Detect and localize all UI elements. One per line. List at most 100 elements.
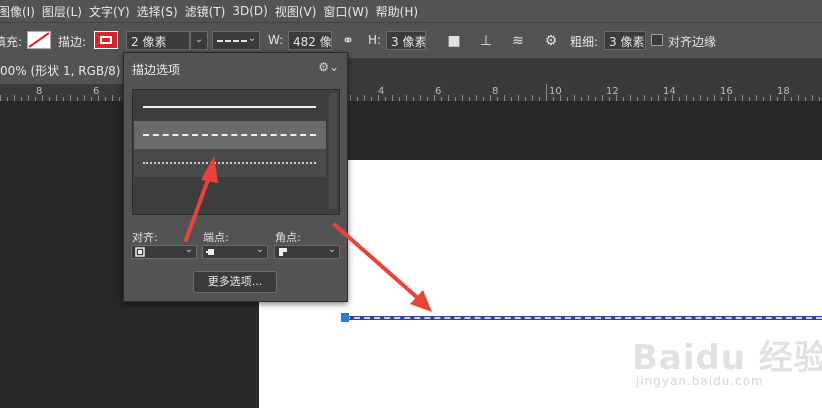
ruler-tick	[777, 97, 778, 101]
menu-type[interactable]: 文字(Y)	[89, 3, 137, 20]
stroke-style-solid[interactable]	[134, 93, 326, 121]
gear-icon[interactable]: ⚙	[541, 31, 561, 51]
ruler-tick	[532, 95, 533, 101]
gear-icon[interactable]: ⚙⌄	[318, 60, 339, 74]
chevron-down-icon: ⌄	[194, 34, 204, 45]
stroke-style-dotted[interactable]	[134, 149, 326, 177]
panel-title: 描边选项	[132, 63, 181, 77]
document-tab[interactable]: 00% (形状 1, RGB/8) *	[0, 58, 130, 84]
dashed-line-icon	[143, 134, 316, 136]
line-shape[interactable]	[344, 316, 822, 320]
ruler-tick	[28, 95, 29, 101]
ruler-tick	[623, 97, 624, 101]
ruler-tick	[497, 97, 498, 101]
chevron-down-icon: ⌄	[247, 33, 256, 44]
caps-label: 端点:	[203, 231, 229, 244]
stroke-color-icon	[100, 36, 112, 44]
dashed-stroke	[344, 317, 822, 319]
stroke-style-dashed[interactable]	[134, 121, 326, 149]
path-alignment-icon[interactable]: ⊥	[476, 31, 496, 51]
chevron-down-icon: ⌄	[184, 244, 193, 255]
weight-input[interactable]: 3 像素	[604, 31, 646, 50]
ruler-tick	[630, 95, 631, 101]
menu-view[interactable]: 视图(V)	[275, 3, 324, 20]
ruler-tick	[35, 97, 36, 101]
watermark-brand: Baidu 经验	[632, 338, 822, 378]
ruler-tick	[49, 97, 50, 101]
ruler-tick	[588, 95, 589, 101]
ruler-tick	[371, 97, 372, 101]
align-inside-icon	[135, 247, 145, 257]
ruler-tick	[476, 95, 477, 101]
more-options-button[interactable]: 更多选项...	[193, 271, 277, 293]
ruler-tick	[693, 97, 694, 101]
ruler-tick	[567, 97, 568, 101]
menu-select[interactable]: 选择(S)	[137, 3, 185, 20]
menu-filter[interactable]: 滤镜(T)	[185, 3, 233, 20]
stroke-width-dropdown[interactable]: ⌄	[190, 31, 208, 50]
ruler-tick	[77, 97, 78, 101]
ruler-tick	[21, 97, 22, 101]
menu-window[interactable]: 窗口(W)	[323, 3, 375, 20]
chevron-down-icon: ⌄	[327, 244, 336, 255]
ruler-tick	[812, 95, 813, 101]
ruler-tick	[105, 97, 106, 101]
ruler-tick	[14, 95, 15, 101]
path-arrangement-icon[interactable]: ≋	[508, 31, 528, 51]
chevron-down-icon: ⌄	[255, 244, 264, 255]
menu-layer[interactable]: 图层(L)	[42, 3, 89, 20]
ruler-tick	[119, 97, 120, 101]
ruler-label: 6	[435, 86, 442, 97]
ruler-tick	[385, 97, 386, 101]
ruler-tick	[455, 97, 456, 101]
ruler-tick	[364, 95, 365, 101]
miter-join-icon	[279, 248, 287, 256]
stroke-type-select[interactable]: ⌄	[212, 31, 260, 50]
stroke-style-list	[132, 89, 340, 215]
ruler-tick	[819, 97, 820, 101]
menu-image[interactable]: 图像(I)	[0, 3, 42, 20]
align-edges-checkbox[interactable]	[651, 34, 663, 46]
stroke-swatch[interactable]	[94, 31, 118, 49]
ruler-tick	[749, 97, 750, 101]
ruler-tick	[658, 95, 659, 101]
ruler-tick	[805, 97, 806, 101]
anchor-point[interactable]	[341, 313, 349, 322]
ruler-tick	[91, 97, 92, 101]
ruler-tick	[721, 97, 722, 101]
width-input[interactable]: 482 像素	[288, 31, 332, 50]
ruler-tick	[399, 97, 400, 101]
ruler-tick	[441, 97, 442, 101]
ruler-tick	[511, 97, 512, 101]
ruler-tick	[525, 97, 526, 101]
solid-line-icon	[143, 106, 316, 108]
stroke-width-input[interactable]: 2 像素	[126, 31, 190, 50]
corners-select[interactable]: ⌄	[274, 244, 340, 259]
ruler-label: 16	[720, 86, 733, 97]
dashed-line-icon	[217, 40, 247, 42]
height-input[interactable]: 3 像素	[386, 31, 426, 50]
link-icon[interactable]: ⚭	[338, 31, 358, 51]
ruler-tick	[0, 95, 1, 101]
ruler-tick	[707, 97, 708, 101]
ruler-tick	[518, 95, 519, 101]
align-label: 对齐:	[132, 231, 158, 244]
align-select[interactable]: ⌄	[131, 244, 197, 259]
ruler-label: 14	[663, 86, 676, 97]
ruler-tick	[448, 95, 449, 101]
ruler-tick	[763, 97, 764, 101]
menu-3d[interactable]: 3D(D)	[232, 4, 274, 18]
ruler-tick	[679, 97, 680, 101]
caps-select[interactable]: ⌄	[202, 244, 268, 259]
baidu-watermark: Baidu 经验 jingyan.baidu.com	[628, 330, 822, 404]
style-list-scrollbar[interactable]	[329, 93, 337, 209]
ruler-tick	[7, 97, 8, 101]
ruler-tick	[665, 97, 666, 101]
corners-label: 角点:	[275, 231, 301, 244]
fill-swatch[interactable]	[27, 31, 51, 49]
menu-help[interactable]: 帮助(H)	[376, 3, 425, 20]
path-operations-icon[interactable]: ■	[444, 31, 464, 51]
ruler-label: 6	[93, 86, 100, 97]
ruler-tick	[112, 95, 113, 101]
ruler-tick	[686, 95, 687, 101]
